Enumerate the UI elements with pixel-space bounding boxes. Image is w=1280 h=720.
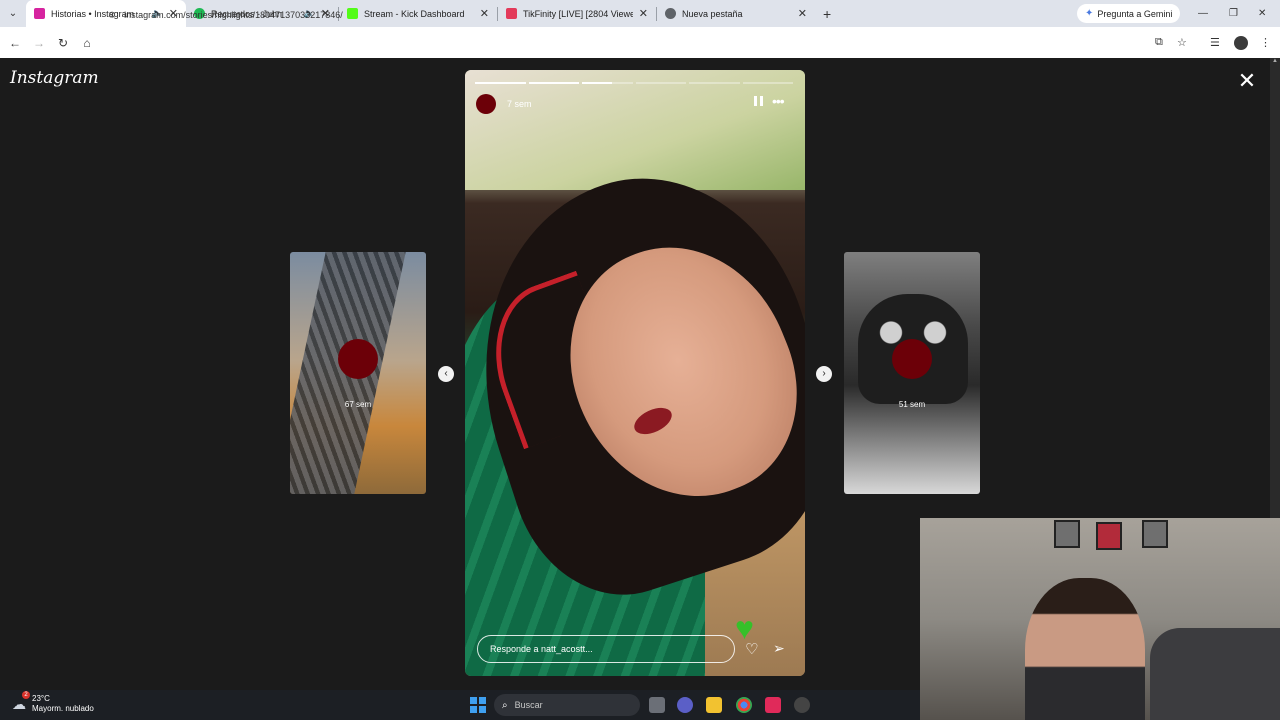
progress-segment <box>742 82 793 84</box>
wall-frame-image <box>1096 522 1122 550</box>
chrome-icon[interactable] <box>736 697 752 713</box>
site-info-icon[interactable]: ⚙ <box>108 10 116 21</box>
story-age: 67 sem <box>344 400 372 409</box>
reload-icon[interactable]: ↻ <box>51 36 75 50</box>
instagram-logo[interactable]: Instagram <box>10 68 99 88</box>
progress-fill <box>528 82 579 84</box>
next-story-preview[interactable]: 51 sem <box>844 252 980 494</box>
teams-icon[interactable] <box>677 697 693 713</box>
tiktok-icon[interactable] <box>765 697 781 713</box>
windows-taskbar: ☁ 2 23°C Mayorm. nublado ⌕ Buscar <box>0 690 920 720</box>
weather-widget[interactable]: ☁ 2 23°C Mayorm. nublado <box>12 691 94 714</box>
window-close-icon[interactable]: ✕ <box>1258 0 1266 27</box>
reply-input[interactable]: Responde a natt_acostt... <box>477 635 735 663</box>
story-header: 7 sem ••• <box>476 93 794 115</box>
share-send-icon[interactable]: ➢ <box>773 640 785 657</box>
weather-desc: Mayorm. nublado <box>32 704 94 713</box>
task-view-icon[interactable] <box>649 697 665 713</box>
avatar[interactable] <box>476 94 496 114</box>
story-background <box>465 70 805 190</box>
avatar <box>892 339 932 379</box>
wall-frame-image <box>1054 520 1080 548</box>
taskbar-search-input[interactable]: ⌕ Buscar <box>494 694 640 716</box>
close-stories-icon[interactable]: ✕ <box>1234 68 1260 94</box>
like-heart-icon[interactable]: ♡ <box>745 640 758 658</box>
scroll-up-icon[interactable]: ▲ <box>1270 58 1280 68</box>
story-age: 7 sem <box>507 99 532 109</box>
restore-icon[interactable]: ❐ <box>1229 0 1238 27</box>
browser-toolbar: ← → ↻ ⌂ <box>0 27 1280 58</box>
search-icon: ⌕ <box>502 699 508 711</box>
previous-story-preview[interactable]: 67 sem <box>290 252 426 494</box>
minimize-icon[interactable]: — <box>1198 0 1208 27</box>
search-label: Buscar <box>514 700 543 710</box>
progress-fill <box>582 82 613 84</box>
tab-search-icon[interactable]: ⌄ <box>0 0 26 27</box>
next-story-chevron-icon[interactable]: › <box>816 366 832 382</box>
pause-icon[interactable] <box>752 96 764 110</box>
browser-menu-icon[interactable]: ⋮ <box>1260 27 1271 58</box>
webcam-overlay <box>920 518 1280 720</box>
address-bar[interactable]: ⚙ instagram.com/stories/highlights/18047… <box>108 4 1148 26</box>
progress-segment <box>689 82 740 84</box>
file-explorer-icon[interactable] <box>706 697 722 713</box>
install-app-icon[interactable]: ⧉ <box>1155 27 1163 58</box>
progress-fill <box>475 82 526 84</box>
home-icon[interactable]: ⌂ <box>75 36 99 50</box>
windows-start-icon[interactable] <box>470 697 486 713</box>
reply-placeholder: Responde a natt_acostt... <box>490 644 593 654</box>
forward-arrow-icon[interactable]: → <box>27 36 51 50</box>
sofa-image <box>1150 628 1280 720</box>
story-age: 51 sem <box>898 400 926 409</box>
progress-segment <box>582 82 633 84</box>
page-scrollbar[interactable]: ▲ <box>1270 58 1280 518</box>
wall-frame-image <box>1142 520 1168 548</box>
reading-list-icon[interactable]: ☰ <box>1210 27 1220 58</box>
instagram-favicon-icon <box>34 8 45 19</box>
bookmark-star-icon[interactable]: ☆ <box>1177 27 1187 58</box>
story-progress-bar <box>475 82 793 84</box>
progress-segment <box>475 82 526 84</box>
app-icon[interactable] <box>794 697 810 713</box>
weather-temp: 23°C <box>32 694 50 703</box>
previous-story-chevron-icon[interactable]: ‹ <box>438 366 454 382</box>
url-text: instagram.com/stories/highlights/1804713… <box>124 10 343 20</box>
notification-badge: 2 <box>22 691 30 699</box>
current-story[interactable]: 7 sem ••• ♥ Responde a natt_acostt... ♡ … <box>465 70 805 676</box>
streamer-image <box>1025 578 1145 720</box>
more-options-icon[interactable]: ••• <box>772 93 785 109</box>
avatar <box>338 339 378 379</box>
back-arrow-icon[interactable]: ← <box>3 36 27 50</box>
progress-segment <box>635 82 686 84</box>
progress-segment <box>528 82 579 84</box>
profile-avatar-icon[interactable] <box>1234 27 1248 58</box>
